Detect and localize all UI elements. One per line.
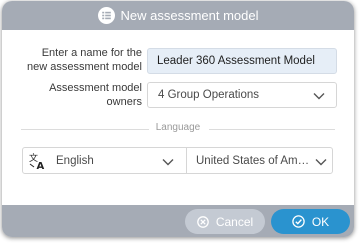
owners-label-line2: owners bbox=[106, 96, 142, 108]
language-select[interactable]: 文 A English bbox=[22, 147, 187, 174]
language-divider-right bbox=[209, 129, 335, 130]
name-label-line2: new assessment model bbox=[27, 61, 142, 73]
svg-text:A: A bbox=[37, 161, 45, 170]
list-icon bbox=[97, 7, 115, 24]
cancel-button[interactable]: Cancel bbox=[185, 209, 265, 234]
chevron-down-icon bbox=[162, 157, 174, 165]
model-name-input[interactable] bbox=[147, 48, 337, 74]
region-select-value: United States of Am… bbox=[196, 154, 310, 167]
dialog-title-bar: New assessment model bbox=[2, 1, 354, 30]
new-assessment-model-dialog: New assessment model Enter a name for th… bbox=[2, 1, 354, 237]
name-label-line1: Enter a name for the bbox=[41, 47, 142, 59]
language-select-value: English bbox=[56, 154, 94, 167]
language-section-label: Language bbox=[155, 122, 201, 133]
owners-field-label: Assessment model owners bbox=[49, 81, 142, 109]
chevron-down-icon bbox=[313, 91, 325, 100]
ok-button[interactable]: OK bbox=[271, 209, 350, 234]
cancel-icon bbox=[196, 215, 209, 228]
region-select[interactable]: United States of Am… bbox=[186, 147, 333, 174]
dialog-title: New assessment model bbox=[120, 8, 259, 23]
owners-select[interactable]: 4 Group Operations bbox=[147, 82, 337, 108]
name-field-label: Enter a name for the new assessment mode… bbox=[27, 46, 142, 74]
chevron-down-icon bbox=[315, 157, 327, 165]
cancel-button-label: Cancel bbox=[215, 214, 254, 229]
owners-label-line1: Assessment model bbox=[49, 82, 142, 94]
owners-select-value: 4 Group Operations bbox=[158, 89, 260, 101]
translate-icon: 文 A bbox=[29, 152, 47, 172]
check-circle-icon bbox=[292, 215, 305, 228]
ok-button-label: OK bbox=[311, 214, 330, 229]
